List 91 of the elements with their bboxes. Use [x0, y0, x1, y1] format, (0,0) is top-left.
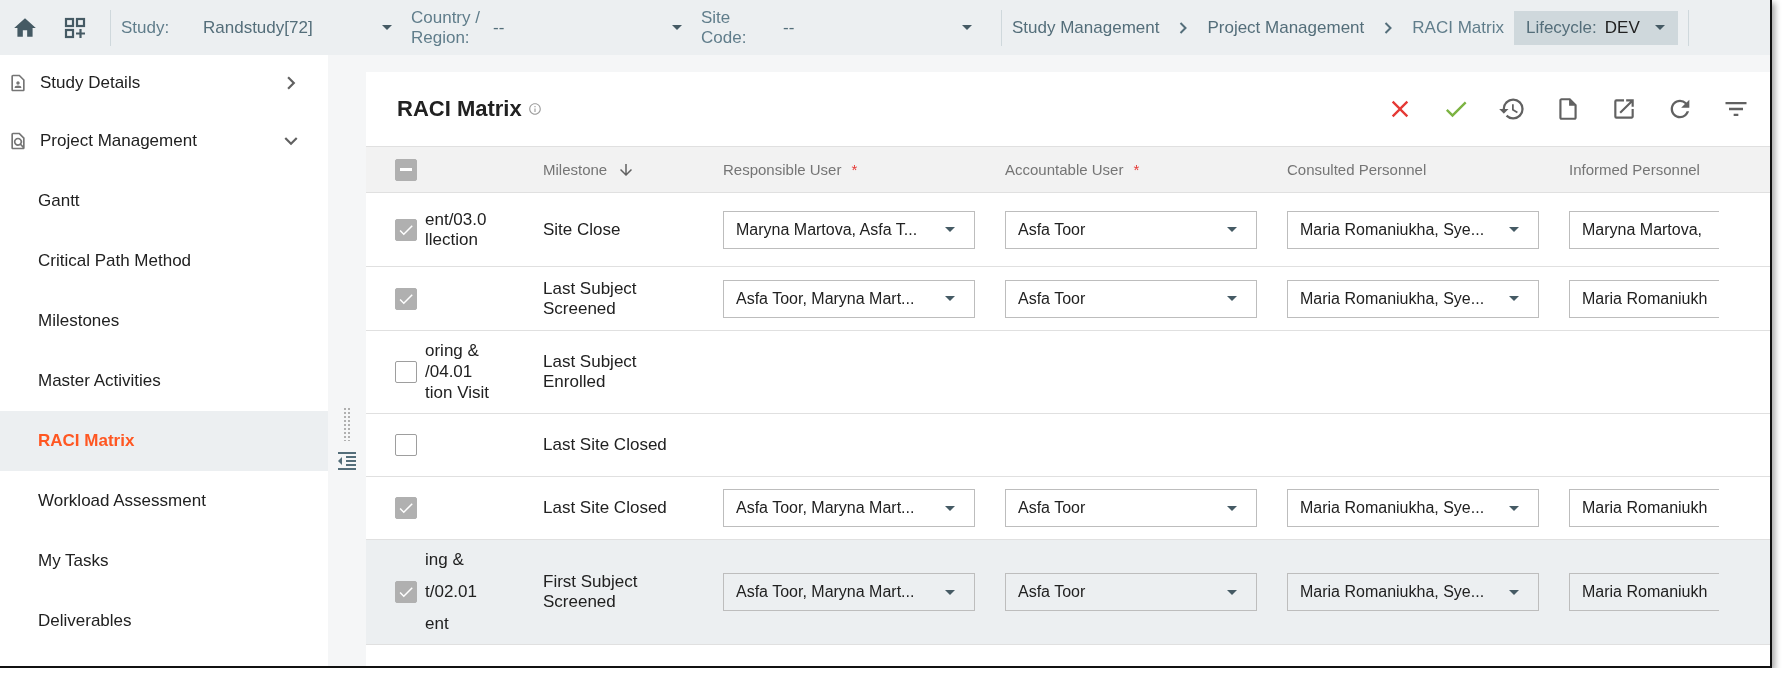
table-cell-text: oring &: [425, 341, 480, 361]
document-search-icon: [8, 131, 28, 151]
row-checkbox[interactable]: [395, 434, 417, 456]
caret-icon: [1227, 589, 1237, 595]
row-checkbox[interactable]: [395, 497, 417, 519]
open-external-icon[interactable]: [1611, 96, 1637, 122]
sidebar-item[interactable]: Workload Assessment: [0, 471, 328, 531]
caret-icon: [945, 227, 955, 232]
select-field[interactable]: Maria Romaniukh: [1569, 279, 1719, 318]
sidebar-item[interactable]: Study Details: [0, 55, 328, 113]
caret-icon[interactable]: [962, 25, 972, 30]
select-field[interactable]: Maryna Martova, Asfa T...: [723, 210, 975, 249]
caret-icon: [1509, 505, 1519, 511]
sidebar-item[interactable]: Project Management: [0, 111, 328, 171]
card-title: RACI Matrix: [397, 96, 522, 122]
select-field[interactable]: Asfa Toor: [1005, 489, 1257, 527]
row-checkbox[interactable]: [395, 218, 417, 241]
select-field[interactable]: Maria Romaniukh: [1569, 573, 1719, 611]
drag-handle[interactable]: [343, 407, 351, 441]
select-field[interactable]: Asfa Toor, Maryna Mart...: [723, 573, 975, 611]
breadcrumb-link[interactable]: Study Management: [1012, 17, 1160, 38]
select-field[interactable]: Asfa Toor: [1005, 210, 1257, 249]
table-cell-text: Site Close: [543, 219, 622, 240]
lifecycle-label: Lifecycle:: [1525, 17, 1597, 38]
filter-label: Country / Region:: [411, 7, 481, 48]
table-cell-text: llection: [425, 229, 479, 250]
row-checkbox[interactable]: [395, 581, 417, 603]
row-checkbox[interactable]: [395, 361, 417, 383]
filter-value[interactable]: --: [483, 17, 665, 38]
table-cell-text: tion Visit: [425, 383, 490, 403]
table-cell-text: ent/03.0: [425, 209, 488, 230]
row-checkbox[interactable]: [395, 287, 417, 310]
caret-icon: [945, 296, 955, 301]
document-person-icon: [8, 73, 28, 93]
required-mark: *: [851, 161, 858, 178]
caret-icon: [945, 589, 955, 595]
sidebar-item[interactable]: Critical Path Method: [0, 231, 328, 291]
lifecycle-value: DEV: [1604, 17, 1640, 38]
column-header[interactable]: Milestone: [543, 160, 636, 179]
select-field[interactable]: Maria Romaniukha, Sye...: [1287, 279, 1539, 318]
table-cell-text: Last Subject Enrolled: [543, 352, 638, 392]
chevron-right-icon: [1179, 21, 1188, 34]
select-field[interactable]: Maryna Martova,: [1569, 210, 1719, 249]
table-cell-text: /04.01: [425, 362, 474, 382]
sidebar-item[interactable]: My Tasks: [0, 531, 328, 591]
sidebar-item[interactable]: Gantt: [0, 171, 328, 231]
table-cell-text: Last Subject Screened: [543, 278, 638, 319]
caret-icon: [1227, 227, 1237, 232]
select-field[interactable]: Maria Romaniukh: [1569, 489, 1719, 527]
caret-icon: [1227, 296, 1237, 301]
select-all-checkbox[interactable]: [395, 158, 417, 181]
table-cell-text: t/02.01: [425, 582, 478, 602]
select-field[interactable]: Maria Romaniukha, Sye...: [1287, 489, 1539, 527]
sidebar-item[interactable]: Master Activities: [0, 351, 328, 411]
column-header[interactable]: Responsible User: [723, 161, 842, 178]
lifecycle-dropdown[interactable]: Lifecycle: DEV: [1513, 10, 1678, 45]
select-field[interactable]: Asfa Toor: [1005, 279, 1257, 318]
select-field[interactable]: Maria Romaniukha, Sye...: [1287, 573, 1539, 611]
sidebar-item[interactable]: Deliverables: [0, 591, 328, 651]
select-field[interactable]: Asfa Toor, Maryna Mart...: [723, 489, 975, 527]
required-mark: *: [1133, 161, 1140, 178]
filter-label: Study:: [121, 17, 171, 38]
sidebar-item[interactable]: Milestones: [0, 291, 328, 351]
column-header[interactable]: Accountable User: [1005, 161, 1124, 178]
caret-icon: [1654, 25, 1665, 30]
caret-icon: [1509, 296, 1519, 301]
table-cell-text: ent: [425, 614, 450, 634]
filter-value[interactable]: Randstudy[72]: [193, 17, 375, 38]
column-header[interactable]: Informed Personnel: [1569, 161, 1700, 178]
collapse-sidebar-icon[interactable]: [335, 449, 359, 473]
filter-label: Site Code:: [701, 7, 748, 48]
table-cell-text: Last Site Closed: [543, 498, 668, 518]
caret-icon[interactable]: [382, 25, 392, 30]
apps-add-icon[interactable]: [63, 15, 87, 40]
caret-icon: [1227, 505, 1237, 511]
select-field[interactable]: Maria Romaniukha, Sye...: [1287, 210, 1539, 249]
table-row[interactable]: ing & t/02.01 ent First Subject Screened Asfa Toor, Maryna Mart... Asfa Toor Maria Romaniukha, Sye... Maria Romaniukh: [366, 540, 1770, 645]
select-field[interactable]: Asfa Toor: [1005, 573, 1257, 611]
breadcrumb-link[interactable]: RACI Matrix: [1412, 17, 1504, 38]
caret-icon: [1509, 227, 1519, 232]
select-field[interactable]: Asfa Toor, Maryna Mart...: [723, 279, 975, 318]
caret-icon: [945, 505, 955, 511]
chevron-right-icon: [1384, 21, 1393, 34]
table-cell-text: First Subject Screened: [543, 572, 639, 612]
filter-value[interactable]: --: [773, 17, 955, 38]
column-header[interactable]: Consulted Personnel: [1287, 161, 1427, 178]
breadcrumb-link[interactable]: Project Management: [1207, 17, 1365, 38]
table-cell-text: ing &: [425, 550, 465, 570]
table-cell-text: Last Site Closed: [543, 435, 668, 455]
caret-icon: [1509, 589, 1519, 595]
caret-icon[interactable]: [672, 25, 682, 30]
